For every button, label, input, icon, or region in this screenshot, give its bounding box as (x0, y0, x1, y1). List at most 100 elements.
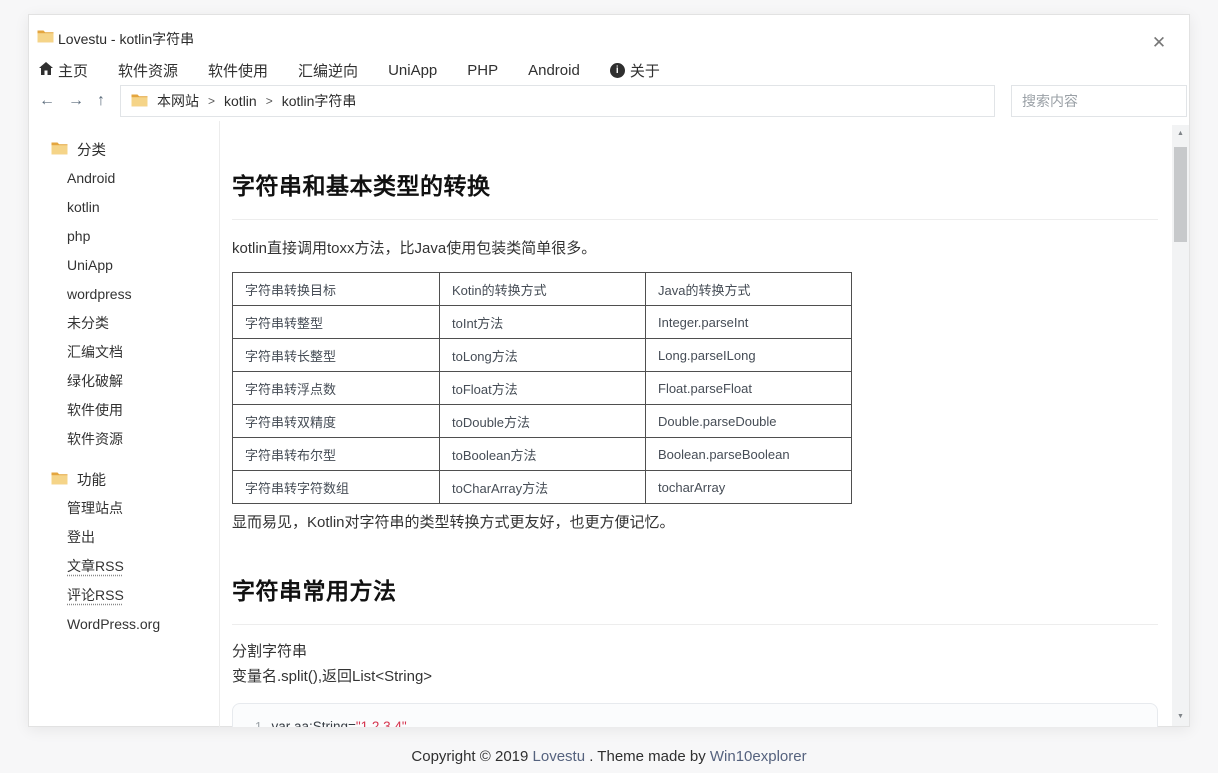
nav-item-label: 关于 (630, 60, 660, 81)
nav-item-label: 软件使用 (208, 60, 268, 81)
table-cell: 字符串转整型 (233, 306, 440, 339)
toolbar: ← → ↑ 本网站 > kotlin > kotlin字符串 (29, 85, 1189, 121)
article-paragraph: kotlin直接调用toxx方法，比Java使用包装类简单很多。 (232, 237, 1158, 258)
folder-icon (51, 141, 68, 159)
folder-icon (131, 93, 148, 110)
nav-item-label: UniApp (388, 62, 437, 79)
nav-item-software-usage[interactable]: 软件使用 (208, 60, 268, 81)
sidebar-item[interactable]: 绿化破解 (29, 367, 219, 396)
nav-item-label: 软件资源 (118, 60, 178, 81)
breadcrumb[interactable]: 本网站 > kotlin > kotlin字符串 (120, 85, 995, 117)
sidebar-section-header[interactable]: 分类 (29, 135, 219, 164)
up-icon[interactable]: ↑ (97, 93, 105, 109)
footer-link-lovestu[interactable]: Lovestu (533, 748, 586, 765)
sidebar-item[interactable]: 文章RSS (29, 552, 219, 581)
info-icon: i (610, 63, 625, 78)
sidebar-section-categories: 分类 AndroidkotlinphpUniAppwordpress未分类汇编文… (29, 135, 219, 454)
copyright-text: . Theme made by (585, 748, 710, 765)
sidebar-list: 管理站点登出文章RSS评论RSSWordPress.org (29, 494, 219, 639)
conversion-table-body: 字符串转换目标Kotin的转换方式Java的转换方式字符串转整型toInt方法I… (233, 273, 852, 504)
nav-item-uniapp[interactable]: UniApp (388, 62, 437, 79)
breadcrumb-separator: > (208, 94, 215, 108)
table-cell: Double.parseDouble (646, 405, 852, 438)
sidebar-item[interactable]: php (29, 222, 219, 251)
sidebar-item[interactable]: 登出 (29, 523, 219, 552)
search-input[interactable] (1011, 85, 1187, 117)
nav-item-android[interactable]: Android (528, 62, 580, 79)
table-cell: Kotin的转换方式 (440, 273, 646, 306)
table-row: 字符串转换目标Kotin的转换方式Java的转换方式 (233, 273, 852, 306)
table-row: 字符串转布尔型toBoolean方法Boolean.parseBoolean (233, 438, 852, 471)
code-block-lines: 1.var aa:String="1,2,3,4"2.var strlist:L… (255, 717, 1141, 727)
sidebar-section-header[interactable]: 功能 (29, 465, 219, 494)
table-cell: Boolean.parseBoolean (646, 438, 852, 471)
table-row: 字符串转字符数组toCharArray方法tocharArray (233, 471, 852, 504)
sidebar-item[interactable]: UniApp (29, 251, 219, 280)
sidebar-item[interactable]: 软件资源 (29, 425, 219, 454)
table-cell: Java的转换方式 (646, 273, 852, 306)
window-body: 分类 AndroidkotlinphpUniAppwordpress未分类汇编文… (29, 121, 1189, 727)
sidebar-item[interactable]: WordPress.org (29, 610, 219, 639)
sidebar-item[interactable]: 管理站点 (29, 494, 219, 523)
nav-item-home[interactable]: 主页 (39, 60, 88, 81)
nav-item-php[interactable]: PHP (467, 62, 498, 79)
sidebar-item[interactable]: Android (29, 164, 219, 193)
breadcrumb-site[interactable]: 本网站 (157, 91, 199, 111)
page-footer: Copyright © 2019 Lovestu . Theme made by… (0, 748, 1218, 765)
table-row: 字符串转长整型toLong方法Long.parseILong (233, 339, 852, 372)
sidebar-item[interactable]: 未分类 (29, 309, 219, 338)
table-cell: Long.parseILong (646, 339, 852, 372)
nav-item-software-resources[interactable]: 软件资源 (118, 60, 178, 81)
divider (232, 624, 1158, 625)
table-cell: 字符串转字符数组 (233, 471, 440, 504)
explorer-window: Lovestu - kotlin字符串 ✕ 主页 软件资源 软件使用 汇编逆向 (28, 14, 1190, 727)
nav-item-label: 主页 (58, 60, 88, 81)
table-cell: toFloat方法 (440, 372, 646, 405)
table-cell: 字符串转双精度 (233, 405, 440, 438)
scroll-up-icon[interactable]: ▲ (1172, 127, 1189, 141)
breadcrumb-category[interactable]: kotlin (224, 93, 257, 109)
forward-icon[interactable]: → (68, 93, 84, 109)
sidebar-item[interactable]: wordpress (29, 280, 219, 309)
code-block: 1.var aa:String="1,2,3,4"2.var strlist:L… (232, 703, 1158, 727)
code-token: "1,2,3,4" (356, 719, 407, 727)
table-cell: toCharArray方法 (440, 471, 646, 504)
sidebar-list: AndroidkotlinphpUniAppwordpress未分类汇编文档绿化… (29, 164, 219, 454)
table-cell: 字符串转长整型 (233, 339, 440, 372)
article-pane: 字符串和基本类型的转换 kotlin直接调用toxx方法，比Java使用包装类简… (219, 121, 1172, 727)
sidebar-item[interactable]: 软件使用 (29, 396, 219, 425)
article-heading-1: 字符串和基本类型的转换 (232, 167, 1158, 201)
code-line: 1.var aa:String="1,2,3,4" (255, 717, 1141, 727)
sidebar-item[interactable]: kotlin (29, 193, 219, 222)
divider (232, 219, 1158, 220)
folder-icon (51, 471, 68, 489)
sidebar-item[interactable]: 汇编文档 (29, 338, 219, 367)
article-paragraph: 显而易见，Kotlin对字符串的类型转换方式更友好，也更方便记忆。 (232, 511, 1158, 532)
close-icon[interactable]: ✕ (1147, 31, 1171, 55)
breadcrumb-separator: > (266, 94, 273, 108)
article-heading-2: 字符串常用方法 (232, 572, 1158, 606)
sidebar-item[interactable]: 评论RSS (29, 581, 219, 610)
code-section-title: 分割字符串 (232, 640, 1158, 661)
table-cell: toBoolean方法 (440, 438, 646, 471)
table-cell: Integer.parseInt (646, 306, 852, 339)
table-cell: toInt方法 (440, 306, 646, 339)
scroll-down-icon[interactable]: ▼ (1172, 710, 1189, 724)
vertical-scrollbar[interactable]: ▲ ▼ (1172, 125, 1189, 726)
table-cell: tocharArray (646, 471, 852, 504)
code-token: var aa:String= (271, 719, 355, 727)
back-icon[interactable]: ← (39, 93, 55, 109)
scrollbar-thumb[interactable] (1174, 147, 1187, 242)
table-cell: toDouble方法 (440, 405, 646, 438)
breadcrumb-page[interactable]: kotlin字符串 (282, 91, 357, 111)
nav-item-about[interactable]: i 关于 (610, 60, 660, 81)
history-arrows: ← → ↑ (39, 93, 105, 109)
sidebar-section-title: 分类 (77, 139, 106, 160)
table-row: 字符串转浮点数toFloat方法Float.parseFloat (233, 372, 852, 405)
copyright-text: Copyright © 2019 (411, 748, 532, 765)
footer-link-theme[interactable]: Win10explorer (710, 748, 807, 765)
conversion-table: 字符串转换目标Kotin的转换方式Java的转换方式字符串转整型toInt方法I… (232, 272, 852, 504)
nav-item-label: Android (528, 62, 580, 79)
nav-item-asm-reverse[interactable]: 汇编逆向 (298, 60, 358, 81)
nav-item-label: 汇编逆向 (298, 60, 358, 81)
